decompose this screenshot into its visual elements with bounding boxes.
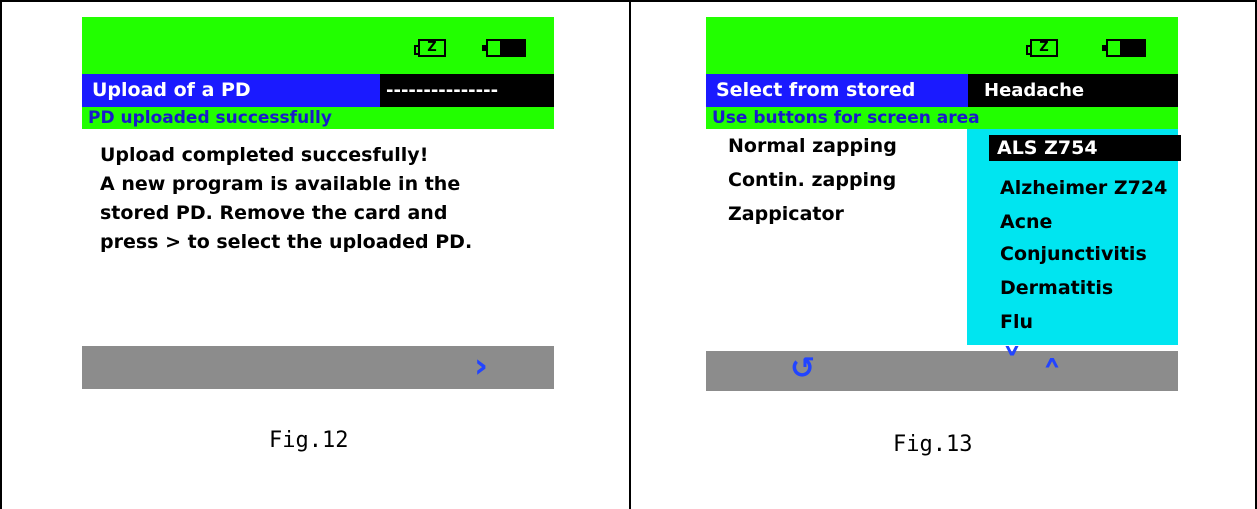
program-item[interactable]: Acne xyxy=(1000,211,1052,233)
message-line: press > to select the uploaded PD. xyxy=(100,231,473,253)
program-item[interactable]: Flu xyxy=(1000,311,1033,333)
message-line: Upload completed succesfully! xyxy=(100,144,429,166)
device-screen-fig12: Z Upload of a PD --------------- PD uplo… xyxy=(82,17,554,389)
message-line: stored PD. Remove the card and xyxy=(100,202,448,224)
program-item[interactable]: Alzheimer Z724 xyxy=(1000,177,1167,199)
program-item[interactable]: Dermatitis xyxy=(1000,277,1113,299)
up-chevron-icon[interactable]: ˄ xyxy=(1042,357,1062,397)
zapper-z-icon: Z xyxy=(414,39,446,57)
top-status-bar: Z xyxy=(706,17,1178,74)
mode-item-normal[interactable]: Normal zapping xyxy=(728,135,897,157)
figure-caption: Fig.12 xyxy=(269,428,349,453)
battery-icon xyxy=(482,39,526,57)
battery-icon xyxy=(1102,39,1146,57)
upload-message: Upload completed succesfully! A new prog… xyxy=(100,141,550,257)
frame-divider xyxy=(629,0,631,509)
mode-item-zappicator[interactable]: Zappicator xyxy=(728,203,844,225)
bottom-button-bar: › xyxy=(82,346,554,389)
back-icon[interactable]: ↺ xyxy=(790,349,815,389)
bottom-button-bar: ↺ ˅ ˄ xyxy=(706,345,1178,397)
screen-title: Select from stored xyxy=(706,74,968,107)
down-chevron-icon[interactable]: ˅ xyxy=(1002,345,1022,385)
program-value: --------------- xyxy=(380,74,554,107)
status-message: Use buttons for screen area xyxy=(706,107,1178,129)
message-line: A new program is available in the xyxy=(100,173,461,195)
screen-title: Upload of a PD xyxy=(82,74,380,107)
figure-caption: Fig.13 xyxy=(893,432,973,457)
top-status-bar: Z xyxy=(82,17,554,74)
figure-frame: Z Upload of a PD --------------- PD uplo… xyxy=(0,0,1257,509)
device-screen-fig13: Z Select from stored Headache Use button… xyxy=(706,17,1181,397)
status-message: PD uploaded successfully xyxy=(82,107,554,129)
mode-list: Normal zapping Contin. zapping Zappicato… xyxy=(706,129,967,345)
next-chevron-icon[interactable]: › xyxy=(474,346,488,386)
program-item-selected[interactable]: ALS Z754 xyxy=(989,135,1181,161)
selected-program-value: Headache xyxy=(968,74,1178,107)
program-list: ALS Z754 Alzheimer Z724 Acne Conjunctivi… xyxy=(967,129,1181,345)
zapper-z-icon: Z xyxy=(1026,39,1058,57)
program-item[interactable]: Conjunctivitis xyxy=(1000,243,1147,265)
frame-left-border xyxy=(0,0,2,509)
mode-item-continuous[interactable]: Contin. zapping xyxy=(728,169,896,191)
